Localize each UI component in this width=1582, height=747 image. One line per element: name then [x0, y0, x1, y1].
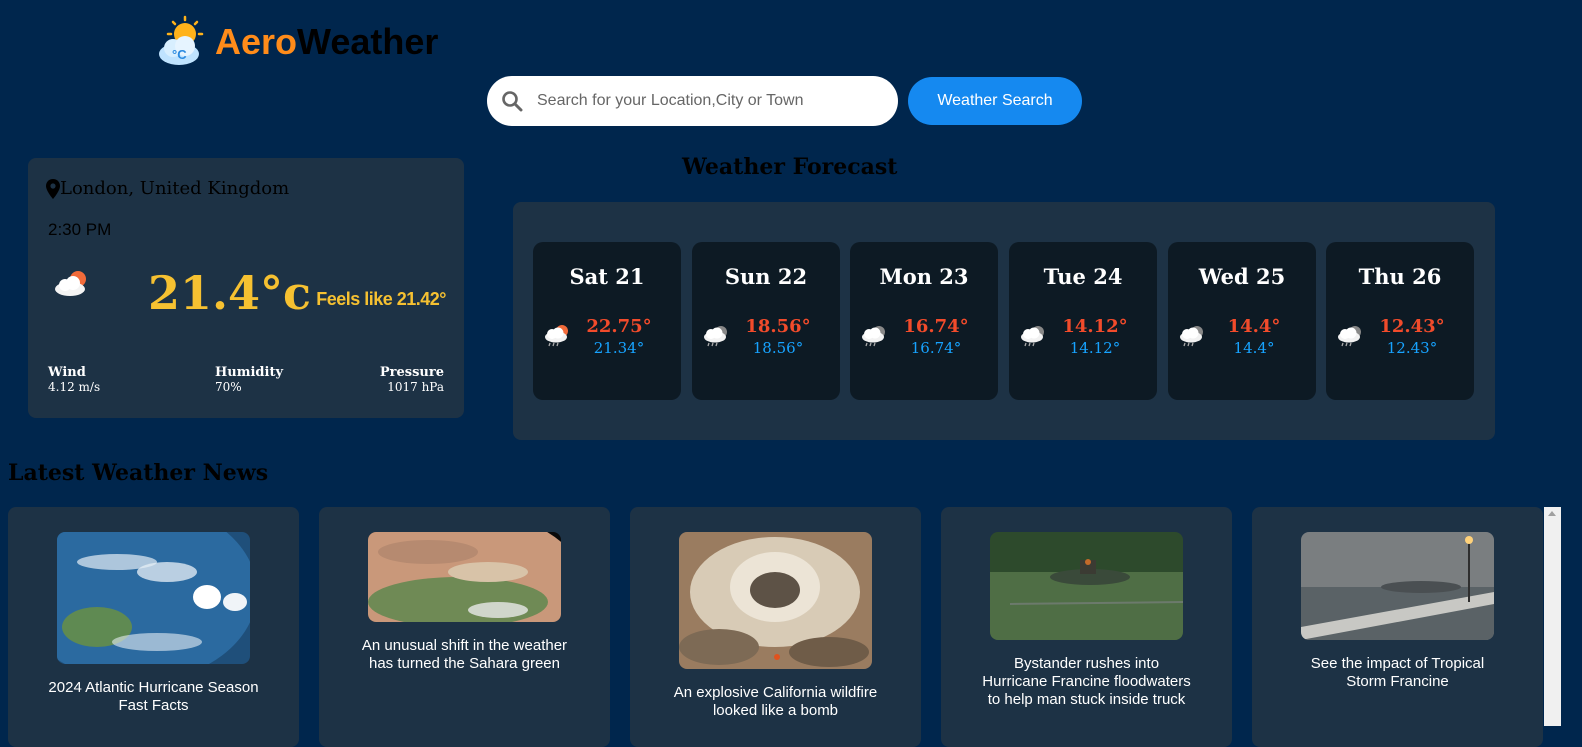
news-image-wildfire[interactable] — [679, 532, 872, 669]
forecast-day-card[interactable]: Wed 25 14.4° 14.4° — [1168, 242, 1316, 400]
forecast-low: 12.43° — [1386, 339, 1438, 357]
svg-text:°C: °C — [172, 47, 187, 62]
news-card[interactable]: An unusual shift in the weather has turn… — [319, 507, 610, 747]
forecast-high: 12.43° — [1379, 316, 1445, 337]
forecast-high: 16.74° — [903, 316, 969, 337]
current-time: 2:30 PM — [48, 220, 112, 239]
forecast-high: 18.56° — [745, 316, 811, 337]
news-image-hurricane-satellite[interactable] — [57, 532, 250, 664]
forecast-title: Weather Forecast — [682, 154, 898, 180]
news-title[interactable]: Bystander rushes into Hurricane Francine… — [981, 655, 1192, 709]
news-image-flood-rescue[interactable] — [990, 532, 1183, 640]
stat-value: 4.12 m/s — [48, 380, 101, 394]
rain-cloud-icon — [702, 324, 730, 352]
forecast-day-card[interactable]: Thu 26 12.43° 12.43° — [1326, 242, 1474, 400]
forecast-low: 21.34° — [593, 339, 645, 357]
location-row: London, United Kingdom — [46, 178, 289, 199]
location-pin-icon — [46, 178, 60, 199]
stat-wind: Wind 4.12 m/s — [48, 365, 100, 394]
forecast-day-name: Wed 25 — [1198, 264, 1286, 289]
sun-cloud-logo-icon: °C — [159, 15, 204, 65]
logo-part-weather: Weather — [297, 21, 439, 62]
forecast-low: 16.74° — [910, 339, 962, 357]
news-card[interactable]: Bystander rushes into Hurricane Francine… — [941, 507, 1232, 747]
app-logo[interactable]: °C AeroWeather — [155, 14, 438, 70]
news-card[interactable]: 2024 Atlantic Hurricane Season Fast Fact… — [8, 507, 299, 747]
rain-cloud-icon — [1178, 324, 1206, 352]
rain-cloud-icon — [860, 324, 888, 352]
stat-pressure: Pressure 1017 hPa — [380, 365, 444, 394]
forecast-day-card[interactable]: Tue 24 14.12° 14.12° — [1009, 242, 1157, 400]
forecast-day-name: Sat 21 — [569, 264, 645, 289]
forecast-high: 14.4° — [1227, 316, 1281, 337]
news-card[interactable]: An explosive California wildfire looked … — [630, 507, 921, 747]
page-scrollbar[interactable] — [1544, 507, 1561, 726]
feels-like: Feels like 21.42° — [316, 289, 446, 309]
forecast-day-name: Sun 22 — [724, 264, 808, 289]
news-title[interactable]: 2024 Atlantic Hurricane Season Fast Fact… — [48, 679, 259, 715]
search-bar — [487, 76, 898, 126]
forecast-high: 14.12° — [1062, 316, 1128, 337]
partly-cloudy-sun-icon — [53, 268, 91, 302]
forecast-low: 14.4° — [1233, 339, 1275, 357]
news-title[interactable]: An explosive California wildfire looked … — [670, 684, 881, 720]
location-name: London, United Kingdom — [60, 178, 290, 199]
current-temperature: 21.4°c — [148, 266, 312, 320]
news-title[interactable]: See the impact of Tropical Storm Francin… — [1292, 655, 1503, 691]
forecast-panel: Sat 21 22.75° 21.34° Sun 22 18.56° 18.56… — [513, 202, 1495, 440]
search-input[interactable] — [535, 91, 879, 111]
current-weather-card: London, United Kingdom 2:30 PM 21.4°c Fe… — [28, 158, 464, 418]
news-card[interactable]: See the impact of Tropical Storm Francin… — [1252, 507, 1543, 747]
rain-sun-icon — [543, 324, 571, 352]
stat-label: Wind — [48, 365, 86, 380]
news-image-sahara[interactable] — [368, 532, 561, 622]
rain-cloud-icon — [1019, 324, 1047, 352]
news-heading: Latest Weather News — [8, 460, 269, 486]
forecast-high: 22.75° — [586, 316, 652, 337]
forecast-day-name: Tue 24 — [1043, 264, 1123, 289]
forecast-day-name: Thu 26 — [1358, 264, 1442, 289]
forecast-low: 18.56° — [752, 339, 804, 357]
forecast-low: 14.12° — [1069, 339, 1121, 357]
rain-cloud-icon — [1336, 324, 1364, 352]
news-title[interactable]: An unusual shift in the weather has turn… — [359, 637, 570, 673]
stat-humidity: Humidity 70% — [215, 365, 283, 394]
stat-value: 1017 hPa — [387, 380, 444, 394]
logo-part-aero: Aero — [215, 21, 298, 62]
weather-search-button[interactable]: Weather Search — [908, 77, 1082, 125]
news-image-tropical-storm[interactable] — [1301, 532, 1494, 640]
search-icon — [502, 91, 523, 112]
scroll-up-icon[interactable] — [1548, 511, 1556, 516]
forecast-day-card[interactable]: Sat 21 22.75° 21.34° — [533, 242, 681, 400]
app-title: AeroWeather — [215, 21, 438, 63]
forecast-day-card[interactable]: Mon 23 16.74° 16.74° — [850, 242, 998, 400]
stat-value: 70% — [215, 380, 242, 394]
stat-label: Humidity — [215, 365, 284, 380]
forecast-day-name: Mon 23 — [879, 264, 969, 289]
stat-label: Pressure — [379, 365, 444, 380]
forecast-day-card[interactable]: Sun 22 18.56° 18.56° — [692, 242, 840, 400]
